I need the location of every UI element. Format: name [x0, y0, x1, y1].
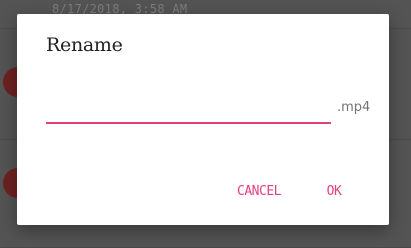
filename-input[interactable] [46, 108, 331, 130]
ok-button[interactable]: OK [324, 180, 344, 202]
file-extension-label: .mp4 [337, 100, 371, 115]
dialog-title: Rename [46, 34, 123, 56]
rename-dialog: Rename .mp4 CANCEL OK [17, 14, 389, 225]
cancel-button[interactable]: CANCEL [235, 180, 283, 202]
input-underline [46, 122, 331, 124]
